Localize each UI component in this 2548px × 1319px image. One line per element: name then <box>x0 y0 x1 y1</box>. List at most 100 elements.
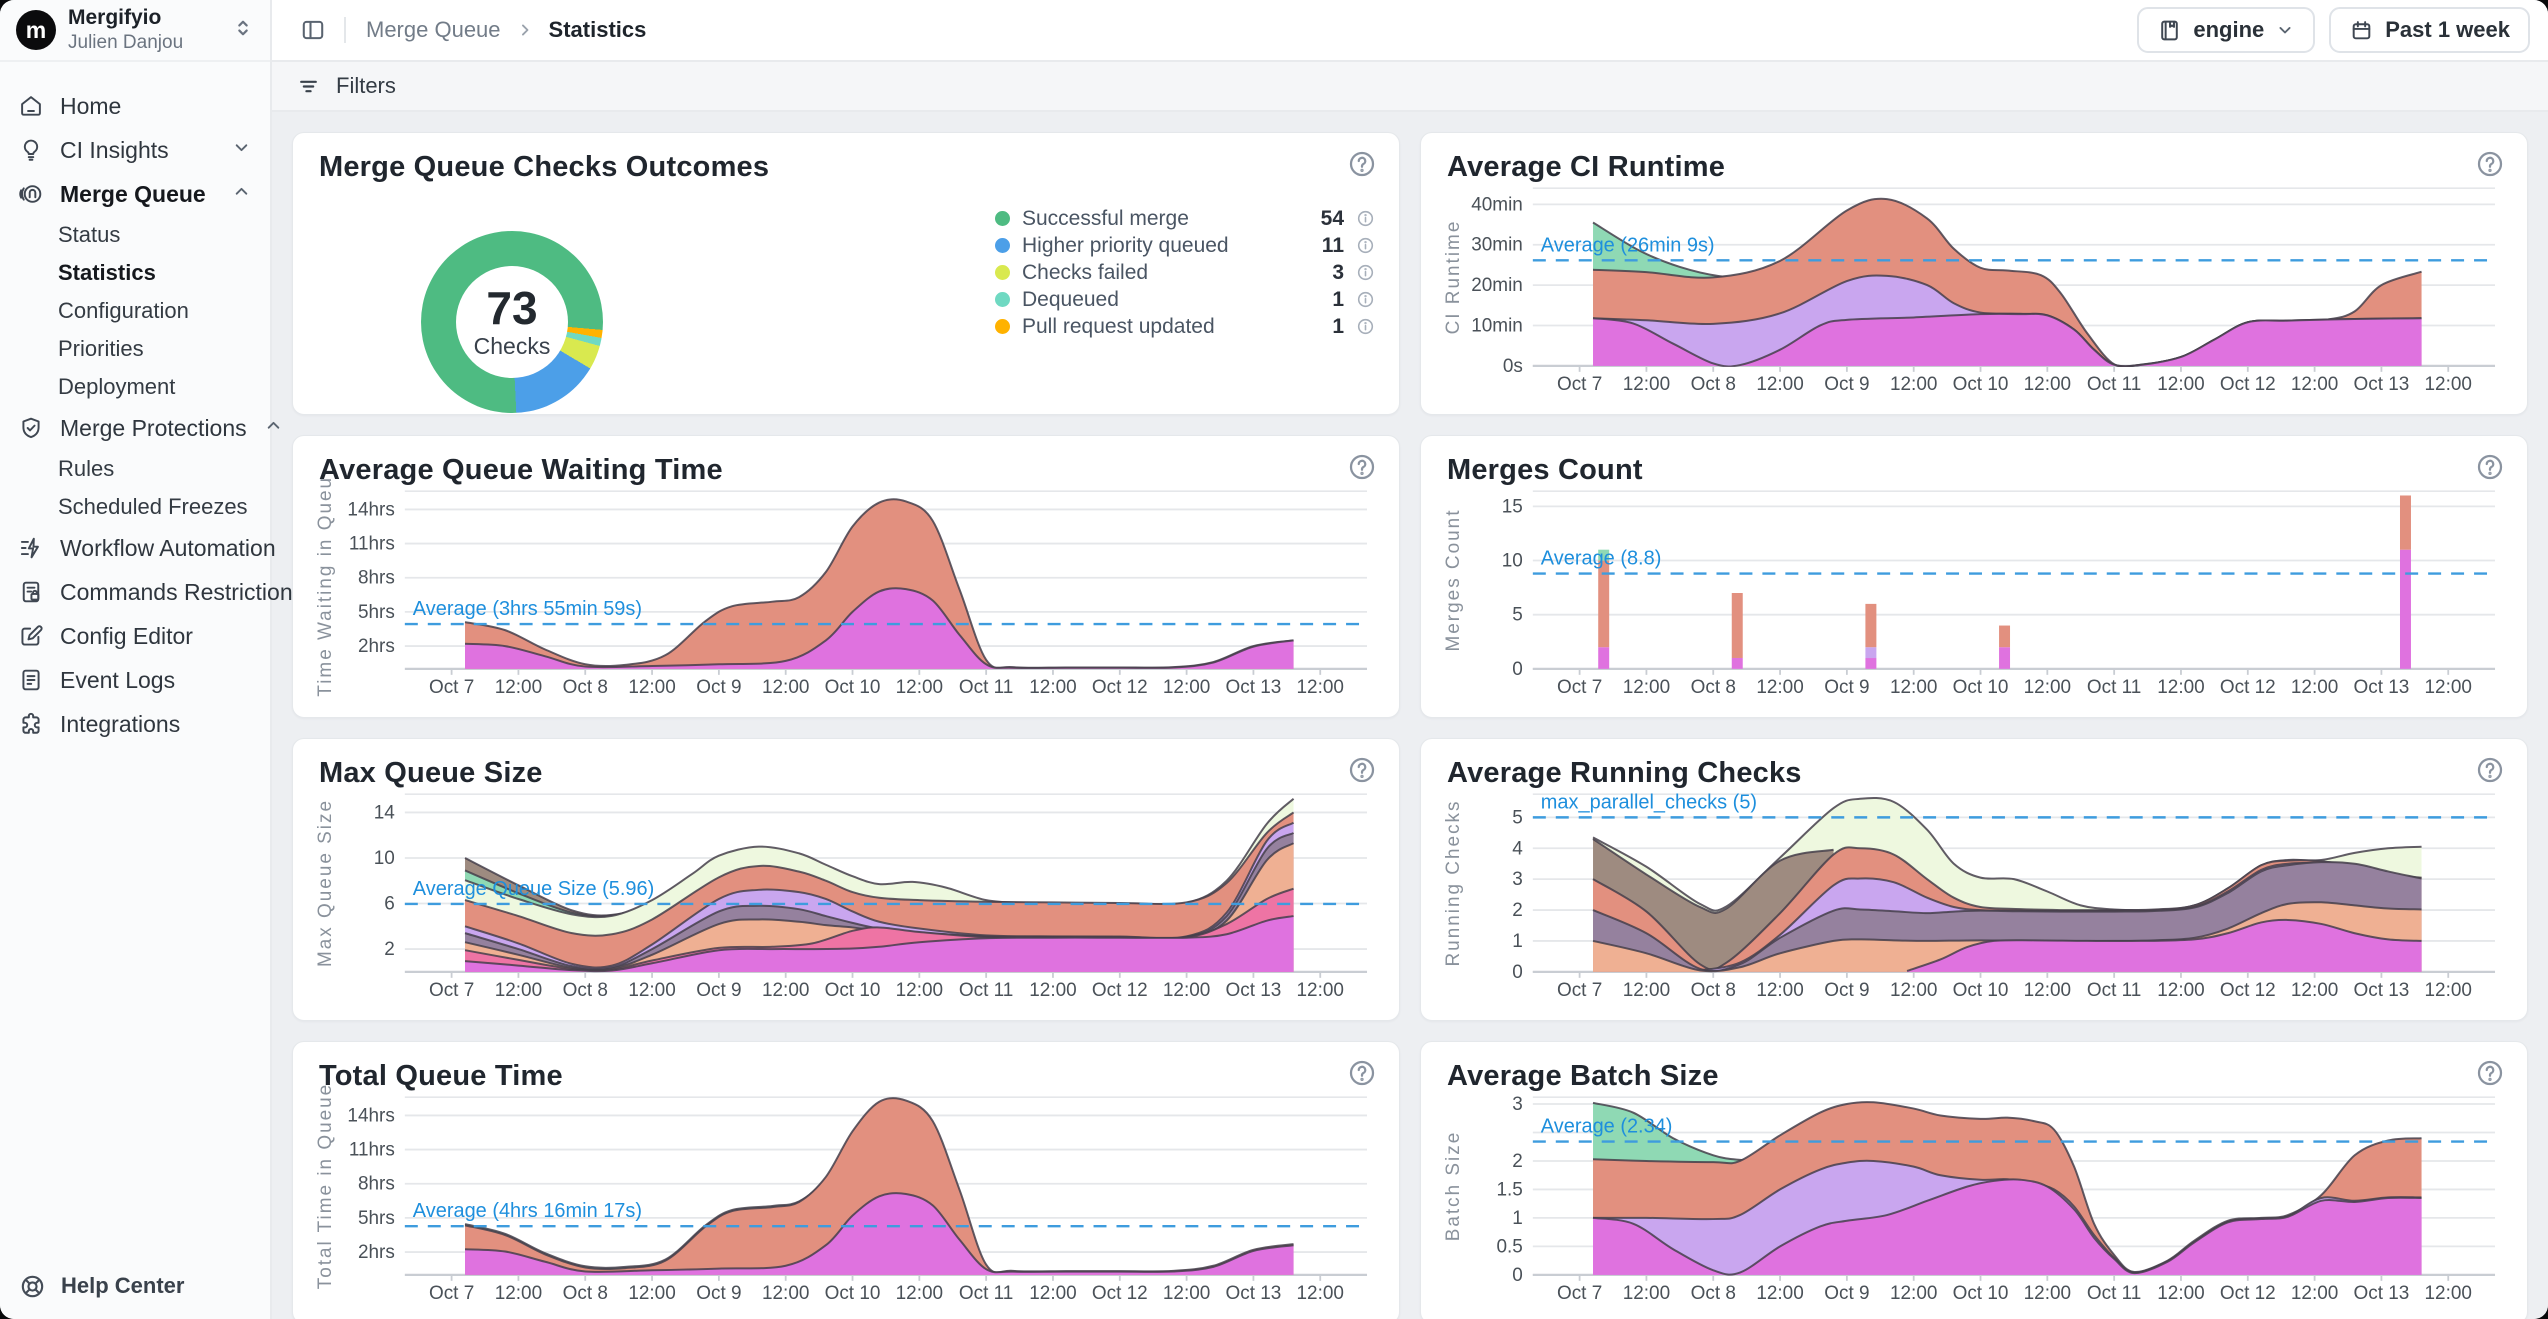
legend-row-checks-failed[interactable]: Checks failed 3 <box>995 259 1375 286</box>
svg-text:14hrs: 14hrs <box>347 499 394 520</box>
help-center[interactable]: Help Center <box>0 1253 270 1319</box>
svg-text:12:00: 12:00 <box>2291 1283 2338 1304</box>
legend-label: Successful merge <box>1022 207 1309 231</box>
donut-total: 73 <box>486 284 537 332</box>
sidebar-item-label: Priorities <box>58 336 252 362</box>
svg-text:11hrs: 11hrs <box>349 534 395 555</box>
sidebar-item-statistics[interactable]: Statistics <box>0 254 270 292</box>
svg-text:0: 0 <box>1512 962 1523 983</box>
topbar: Merge Queue Statistics engine Past 1 wee… <box>272 0 2548 62</box>
average-line-label: Average (4hrs 16min 17s) <box>413 1200 642 1222</box>
sidebar-item-status[interactable]: Status <box>0 216 270 254</box>
average-line-label: Average (2.34) <box>1541 1116 1673 1138</box>
svg-text:12:00: 12:00 <box>896 980 943 1001</box>
svg-text:Oct 10: Oct 10 <box>825 980 881 1001</box>
svg-text:12:00: 12:00 <box>2024 677 2071 698</box>
svg-text:Oct 8: Oct 8 <box>1691 1283 1736 1304</box>
filters-label[interactable]: Filters <box>336 73 396 99</box>
info-icon[interactable] <box>1356 209 1375 228</box>
svg-text:12:00: 12:00 <box>1890 677 1937 698</box>
org-name: Mergifyio <box>68 5 220 31</box>
app-window: m Mergifyio Julien Danjou Home CI Insight… <box>0 0 2548 1319</box>
chevron-down-icon <box>231 137 252 164</box>
sidebar-item-config-editor[interactable]: Config Editor <box>0 614 270 658</box>
home-icon <box>18 93 44 119</box>
breadcrumb-current: Statistics <box>549 17 647 43</box>
time-range-button[interactable]: Past 1 week <box>2329 7 2530 53</box>
repository-selector[interactable]: engine <box>2137 7 2315 53</box>
topbar-divider <box>344 17 346 43</box>
svg-text:Oct 11: Oct 11 <box>959 1283 1013 1304</box>
org-expand-icon[interactable] <box>232 17 254 44</box>
sidebar-item-merge-queue[interactable]: Merge Queue <box>0 172 270 216</box>
sidebar-item-merge-protections[interactable]: Merge Protections <box>0 406 270 450</box>
sidebar-toggle-button[interactable] <box>296 13 330 47</box>
donut-legend: Successful merge 54 Higher priority queu… <box>995 205 1375 340</box>
legend-value: 1 <box>1332 315 1344 339</box>
info-icon[interactable] <box>1356 290 1375 309</box>
sidebar-item-configuration[interactable]: Configuration <box>0 292 270 330</box>
svg-text:12:00: 12:00 <box>1297 980 1344 1001</box>
filter-icon[interactable] <box>296 74 321 99</box>
svg-text:Oct 13: Oct 13 <box>2354 980 2410 1001</box>
svg-text:Oct 9: Oct 9 <box>696 980 741 1001</box>
average-ci-runtime-chart: 0s10min20min30min40minOct 712:00Oct 812:… <box>1445 174 2503 406</box>
sidebar-item-rules[interactable]: Rules <box>0 450 270 488</box>
svg-text:5hrs: 5hrs <box>358 602 395 623</box>
y-axis-title: Max Queue Size <box>317 799 336 967</box>
info-icon[interactable] <box>1356 236 1375 255</box>
svg-text:Oct 13: Oct 13 <box>2354 677 2410 698</box>
svg-text:10: 10 <box>374 848 395 869</box>
legend-row-dequeued[interactable]: Dequeued 1 <box>995 286 1375 313</box>
sidebar-item-commands-restrictions[interactable]: Commands Restrictions <box>0 570 270 614</box>
card-help-icon[interactable] <box>1347 149 1377 179</box>
svg-text:Oct 8: Oct 8 <box>1691 374 1736 395</box>
sidebar-item-scheduled-freezes[interactable]: Scheduled Freezes <box>0 488 270 526</box>
svg-text:10min: 10min <box>1471 315 1523 336</box>
legend-row-successful-merge[interactable]: Successful merge 54 <box>995 205 1375 232</box>
svg-text:Oct 9: Oct 9 <box>1824 374 1869 395</box>
breadcrumb-parent[interactable]: Merge Queue <box>366 17 501 43</box>
merges-count-chart: 051015Oct 712:00Oct 812:00Oct 912:00Oct … <box>1445 477 2503 709</box>
svg-text:Oct 8: Oct 8 <box>563 980 608 1001</box>
filters-bar: Filters <box>272 62 2548 112</box>
sidebar-item-home[interactable]: Home <box>0 84 270 128</box>
svg-text:12:00: 12:00 <box>1623 374 1670 395</box>
help-icon <box>19 1273 46 1300</box>
sidebar-item-workflow-automation[interactable]: Workflow Automation <box>0 526 270 570</box>
legend-row-pull-request-updated[interactable]: Pull request updated 1 <box>995 313 1375 340</box>
svg-text:Oct 12: Oct 12 <box>1092 677 1148 698</box>
info-icon[interactable] <box>1356 317 1375 336</box>
y-axis-title: CI Runtime <box>1445 220 1464 335</box>
svg-text:12:00: 12:00 <box>1623 1283 1670 1304</box>
sidebar-item-label: Scheduled Freezes <box>58 494 252 520</box>
sidebar-item-ci-insights[interactable]: CI Insights <box>0 128 270 172</box>
svg-text:2: 2 <box>1512 900 1523 921</box>
sidebar-item-label: CI Insights <box>60 137 215 164</box>
svg-text:12:00: 12:00 <box>1163 980 1210 1001</box>
info-icon[interactable] <box>1356 263 1375 282</box>
svg-text:3: 3 <box>1512 869 1523 890</box>
legend-value: 11 <box>1322 234 1344 258</box>
legend-row-higher-priority-queued[interactable]: Higher priority queued 11 <box>995 232 1375 259</box>
svg-text:12:00: 12:00 <box>762 980 809 1001</box>
card-max-queue-size: Max Queue Size 261014Oct 712:00Oct 812:0… <box>292 738 1400 1021</box>
svg-text:Oct 13: Oct 13 <box>2354 374 2410 395</box>
sidebar-item-event-logs[interactable]: Event Logs <box>0 658 270 702</box>
repo-icon <box>2157 18 2182 43</box>
svg-text:Oct 10: Oct 10 <box>1953 374 2009 395</box>
sidebar-item-deployment[interactable]: Deployment <box>0 368 270 406</box>
svg-text:12:00: 12:00 <box>1756 980 1803 1001</box>
sidebar-item-integrations[interactable]: Integrations <box>0 702 270 746</box>
y-axis-title: Running Checks <box>1445 800 1464 967</box>
sidebar-item-priorities[interactable]: Priorities <box>0 330 270 368</box>
sidebar-item-label: Integrations <box>60 711 252 738</box>
svg-text:12:00: 12:00 <box>1756 1283 1803 1304</box>
svg-text:12:00: 12:00 <box>2157 677 2204 698</box>
y-axis-title: Merges Count <box>1445 509 1464 652</box>
svg-text:5: 5 <box>1512 605 1523 626</box>
org-switcher[interactable]: m Mergifyio Julien Danjou <box>0 0 270 62</box>
bar-segment-magenta <box>2400 550 2411 669</box>
average-batch-size-chart: 00.511.523Oct 712:00Oct 812:00Oct 912:00… <box>1445 1083 2503 1315</box>
legend-dot <box>995 292 1010 307</box>
